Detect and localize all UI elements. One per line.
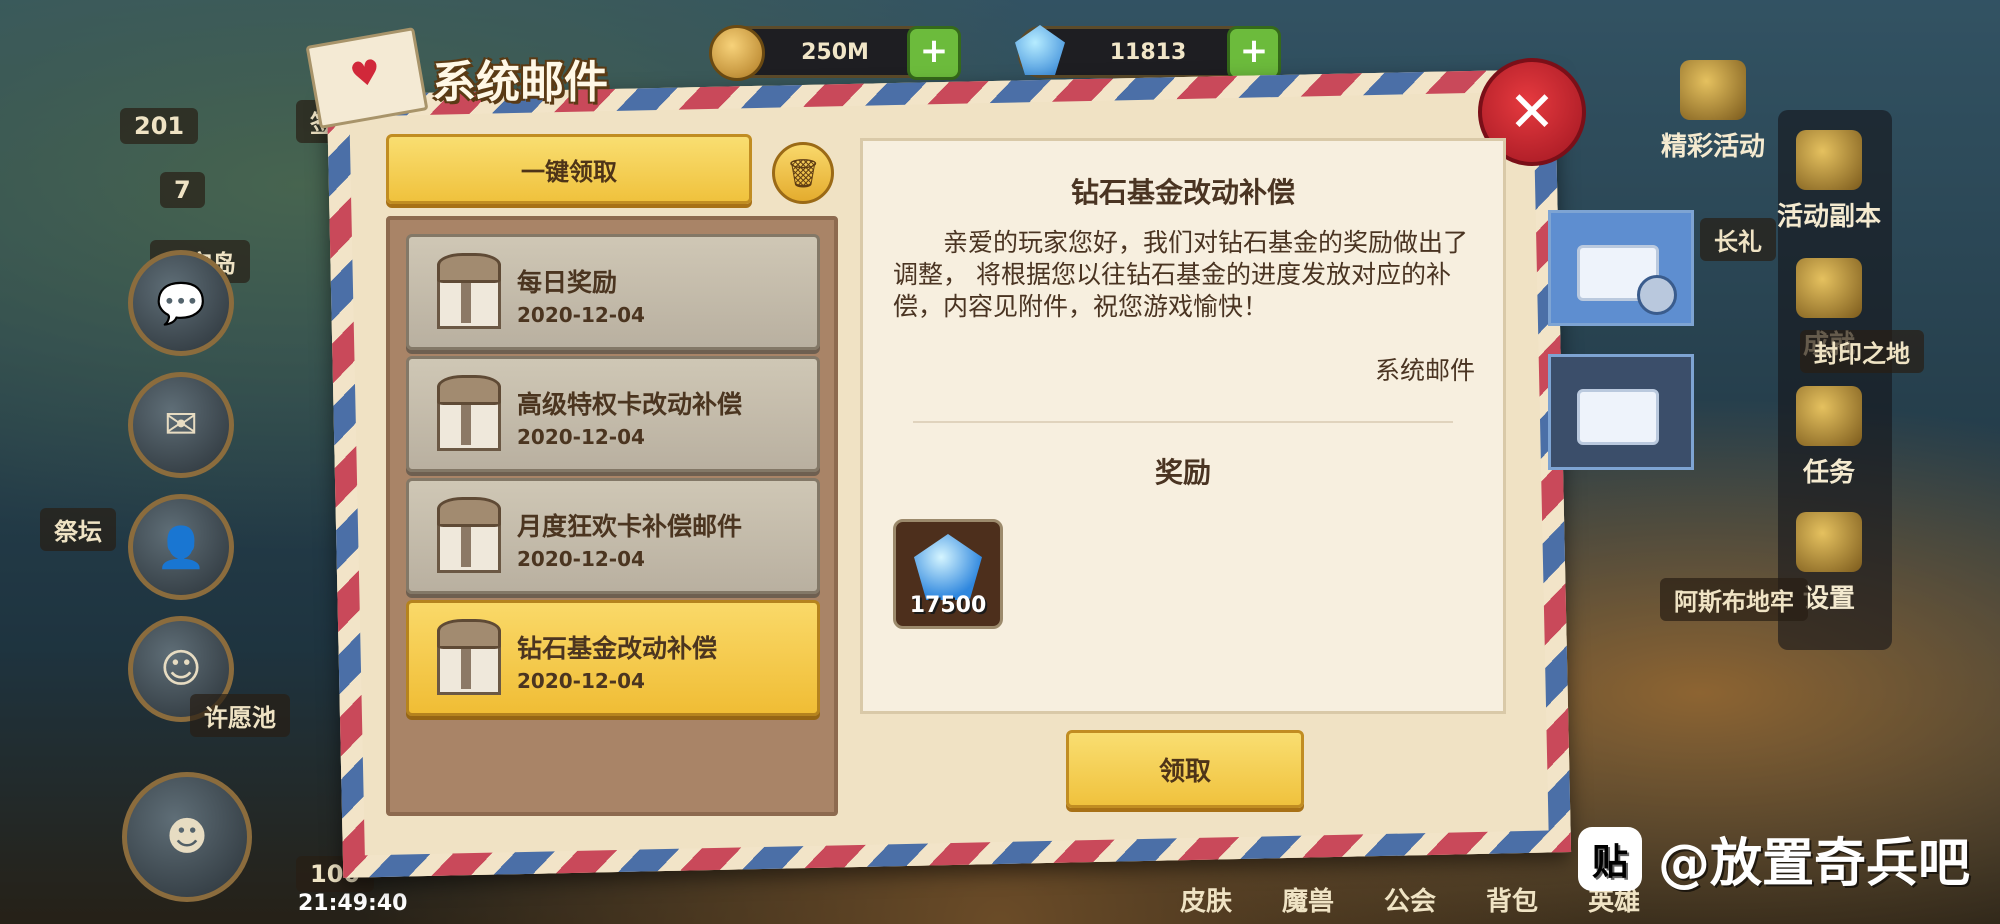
mail-item-selected[interactable]: 钻石基金改动补偿 2020-12-04 (406, 600, 820, 716)
menu-settings-label: 设置 (1802, 584, 1855, 614)
mail-item-title: 每日奖励 (517, 268, 618, 297)
mail-item-date: 2020-12-04 (517, 425, 645, 449)
altar-label: 祭坛 (40, 508, 116, 551)
mail-content-body: 亲爱的玩家您好，我们对钻石基金的奖励做出了调整， 将根据您以往钻石基金的进度发放… (893, 228, 1469, 321)
gold-amount: 250M (801, 39, 869, 65)
smile-icon: ☺ (160, 646, 202, 692)
claim-button[interactable]: 领取 (1066, 730, 1304, 808)
mail-content-title: 钻石基金改动补偿 (1070, 176, 1295, 209)
partial-label-seal-land: 封印之地 (1800, 330, 1924, 373)
player-level: 201 (120, 108, 199, 144)
gear-icon (1796, 512, 1862, 572)
close-icon: ✕ (1508, 79, 1556, 145)
watermark: 贴 @放置奇兵吧 (1577, 821, 1970, 896)
chat-icon: 💬 (156, 280, 206, 327)
claim-all-button[interactable]: 一键领取 (386, 134, 752, 204)
mail-item-date: 2020-12-04 (517, 303, 645, 327)
gem-resource: 11813 + (1015, 25, 1281, 80)
bottom-tab-guild[interactable]: 公会 (1384, 881, 1436, 918)
menu-tasks[interactable]: 任务 (1772, 386, 1886, 489)
rank-badge: 7 (160, 172, 205, 208)
content-divider (913, 421, 1453, 423)
mail-item-title: 高级特权卡改动补偿 (517, 390, 743, 419)
gift-icon (431, 497, 501, 573)
friends-icon: 👤 (156, 524, 206, 571)
reward-header: 奖励 (1154, 456, 1211, 489)
mail-icon: ✉ (164, 402, 198, 448)
mail-item[interactable]: 每日奖励 2020-12-04 (406, 234, 820, 350)
gold-coin-icon (709, 25, 765, 81)
partial-label-dungeon: 阿斯布地牢 (1660, 578, 1808, 621)
gem-amount: 11813 (1109, 39, 1187, 65)
add-gems-button[interactable]: + (1227, 26, 1281, 80)
tab-personal-mail[interactable] (1548, 354, 1694, 470)
dialog-title: 系统邮件 (432, 57, 608, 108)
clock-time: 21:49:40 (298, 891, 408, 916)
mail-item[interactable]: 月度狂欢卡补偿邮件 2020-12-04 (406, 478, 820, 594)
diamond-icon (914, 534, 982, 600)
menu-activity-dungeon[interactable]: 活动副本 (1772, 130, 1886, 233)
friends-button[interactable]: 👤 (128, 494, 234, 600)
partial-label-growth: 长礼 (1700, 218, 1776, 261)
mail-list[interactable]: 每日奖励 2020-12-04 高级特权卡改动补偿 2020-12-04 月度狂… (386, 216, 838, 816)
gear-icon (1637, 275, 1677, 315)
menu-activity-dungeon-label: 活动副本 (1776, 202, 1881, 232)
bottom-tab-bag[interactable]: 背包 (1486, 881, 1538, 918)
chat-button[interactable]: 💬 (128, 250, 234, 356)
gift-icon (431, 619, 501, 695)
gift-icon (1680, 60, 1746, 120)
trash-icon: 🗑 (785, 156, 821, 190)
avatar-icon: ☻ (166, 814, 208, 860)
menu-events[interactable]: 精彩活动 (1656, 60, 1770, 163)
delete-button[interactable]: 🗑 (772, 142, 834, 204)
mail-item-title: 月度狂欢卡补偿邮件 (517, 512, 743, 541)
reward-item[interactable]: 17500 (893, 519, 1003, 629)
tab-system-mail[interactable] (1548, 210, 1694, 326)
gift-icon (431, 253, 501, 329)
gold-resource: 250M + (709, 25, 961, 81)
trophy-icon (1796, 258, 1862, 318)
bottom-nav: 皮肤 魔兽 公会 背包 英雄 (1180, 881, 1640, 918)
reward-quantity: 17500 (909, 593, 987, 618)
mail-content-panel: 钻石基金改动补偿 亲爱的玩家您好，我们对钻石基金的奖励做出了调整， 将根据您以往… (860, 138, 1506, 714)
heart-icon: ♥ (347, 51, 385, 97)
mail-item-date: 2020-12-04 (517, 669, 645, 693)
watermark-text: @放置奇兵吧 (1657, 834, 1970, 894)
menu-tasks-label: 任务 (1802, 458, 1855, 488)
gift-icon (431, 375, 501, 451)
tieba-logo-icon: 贴 (1577, 826, 1642, 891)
mail-signature: 系统邮件 (1374, 356, 1475, 385)
mail-button[interactable]: ✉ (128, 372, 234, 478)
add-gold-button[interactable]: + (907, 26, 961, 80)
menu-events-label: 精彩活动 (1660, 132, 1765, 162)
bottom-tab-beasts[interactable]: 魔兽 (1282, 881, 1334, 918)
mail-item-date: 2020-12-04 (517, 547, 645, 571)
mail-item[interactable]: 高级特权卡改动补偿 2020-12-04 (406, 356, 820, 472)
book-icon (1796, 386, 1862, 446)
envelope-icon (1577, 389, 1659, 445)
wish-pool-label: 许愿池 (190, 694, 290, 737)
hero-avatar[interactable]: ☻ (122, 772, 252, 902)
castle-icon (1796, 130, 1862, 190)
mail-item-title: 钻石基金改动补偿 (517, 634, 718, 663)
bottom-tab-skins[interactable]: 皮肤 (1180, 881, 1232, 918)
